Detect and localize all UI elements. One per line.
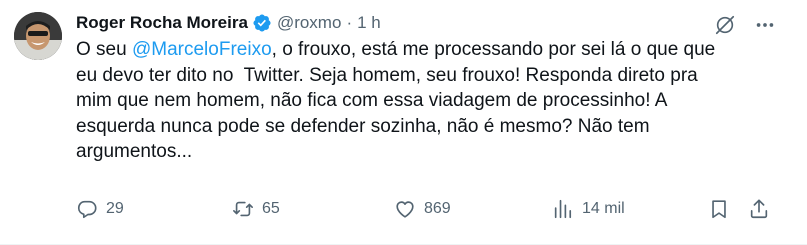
share-icon (750, 199, 768, 219)
views-chart-icon (554, 199, 572, 219)
bookmark-button[interactable] (708, 196, 730, 222)
reply-icon (77, 200, 97, 219)
tweet-header: Roger Rocha Moreira @roxmo · 1 h (76, 11, 381, 35)
reply-count: 29 (106, 200, 124, 217)
more-options-button[interactable] (752, 12, 778, 38)
views-count: 14 mil (582, 200, 625, 217)
repost-icon (233, 201, 253, 217)
action-bar: 29 65 869 14 mil (76, 196, 786, 222)
tweet-text: O seu @MarceloFreixo, o frouxo, está me … (76, 37, 776, 165)
mention-link[interactable]: @MarceloFreixo (132, 39, 272, 60)
tweet[interactable]: Roger Rocha Moreira @roxmo · 1 h O seu @… (0, 0, 807, 245)
separator-dot: · (346, 13, 353, 32)
more-dots-icon (756, 23, 774, 27)
author-name[interactable]: Roger Rocha Moreira (76, 13, 248, 33)
verified-badge-icon (252, 13, 272, 33)
avatar-image (14, 12, 62, 60)
views-button[interactable]: 14 mil (552, 196, 625, 222)
timestamp[interactable]: 1 h (357, 13, 381, 33)
share-button[interactable] (748, 196, 770, 222)
avatar[interactable] (14, 12, 62, 60)
like-count: 869 (424, 200, 451, 217)
repost-button[interactable]: 65 (232, 196, 280, 222)
author-handle[interactable]: @roxmo (277, 13, 342, 33)
tweet-text-before: O seu (76, 39, 132, 60)
repost-count: 65 (262, 200, 280, 217)
reply-button[interactable]: 29 (76, 196, 124, 222)
grok-button[interactable] (712, 12, 738, 38)
like-button[interactable]: 869 (394, 196, 451, 222)
heart-icon (396, 201, 414, 218)
grok-icon (715, 15, 735, 35)
bookmark-icon (712, 200, 726, 219)
